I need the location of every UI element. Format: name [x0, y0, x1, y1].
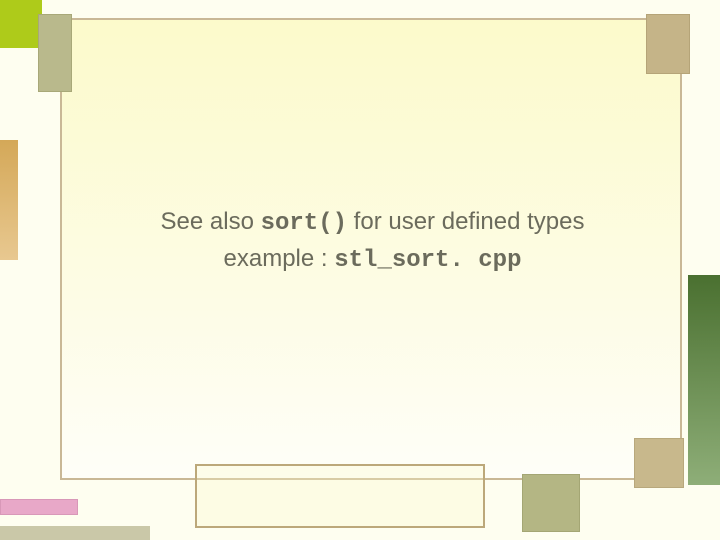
decor-gray-bottom-left — [0, 526, 150, 540]
text-line-1: See also sort() for user defined types — [70, 205, 675, 242]
decor-box-bottom-center — [195, 464, 485, 528]
decor-tan-bottom-right — [634, 438, 684, 488]
text-line-2: example : stl_sort. cpp — [70, 242, 675, 279]
decor-pink-bottom-left — [0, 499, 78, 515]
inline-code-filename: stl_sort. cpp — [334, 247, 521, 274]
decor-olive-top-left — [38, 14, 72, 92]
inline-code-sort: sort() — [261, 210, 347, 237]
slide-text: See also sort() for user defined types e… — [70, 205, 675, 279]
line1-prefix: See also — [161, 208, 261, 235]
decor-lime-top-left — [0, 0, 42, 48]
line2-prefix: example : — [224, 245, 335, 272]
decor-tan-top-right — [646, 14, 690, 74]
line1-suffix: for user defined types — [347, 208, 584, 235]
decor-orange-left — [0, 140, 18, 260]
decor-olive-bottom-right — [522, 474, 580, 532]
decor-green-right — [688, 275, 720, 485]
